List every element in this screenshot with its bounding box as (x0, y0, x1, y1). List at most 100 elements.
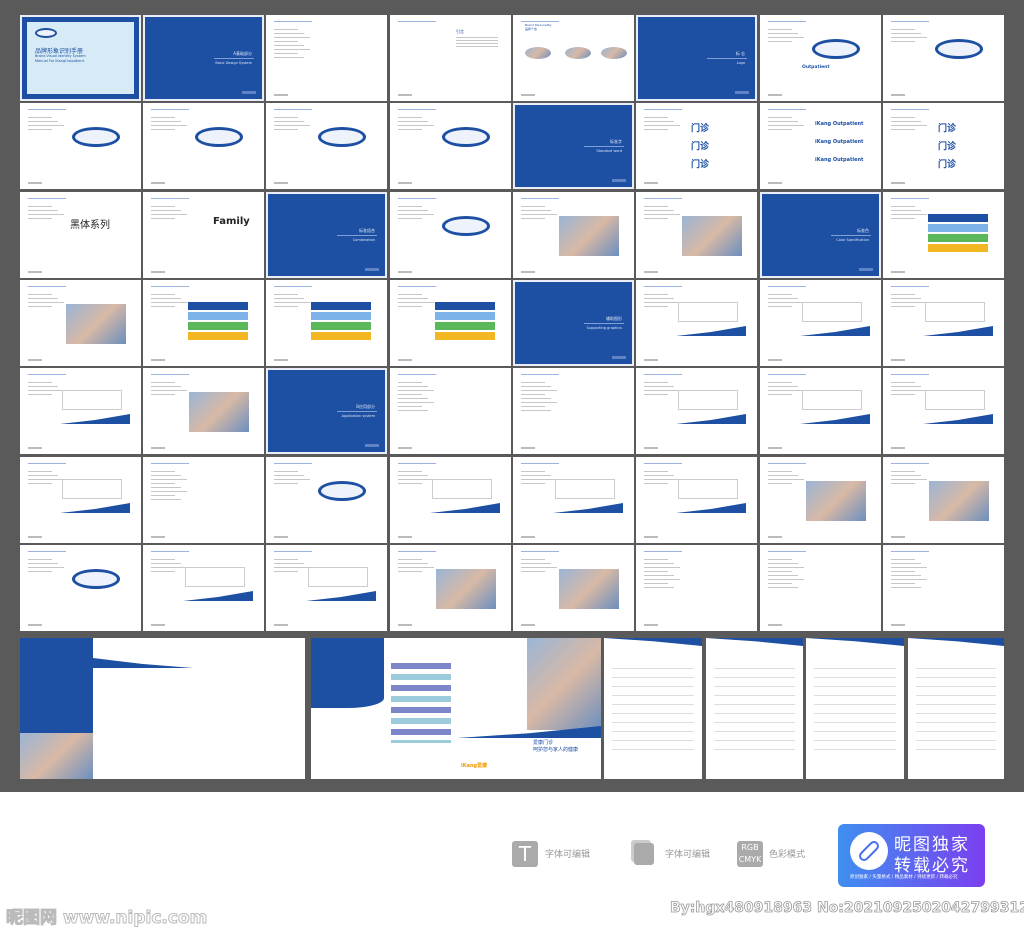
text-line (28, 386, 58, 387)
manual-page-logo (883, 15, 1004, 101)
text-line (521, 563, 551, 564)
header-rule (521, 463, 559, 464)
manual-page-logo: Outpatient (760, 15, 881, 101)
text-line (151, 214, 187, 215)
footer (768, 624, 782, 626)
text-line (768, 306, 792, 307)
footer (398, 94, 412, 96)
header-rule (274, 551, 312, 552)
text-line (398, 398, 428, 399)
exclusive-badge: 昵图独家 转载必究 原创独家 / 矢量格式 / 精品素材 / 持续更新 / 转载… (838, 824, 985, 887)
text-line (398, 475, 428, 476)
footer (398, 536, 412, 538)
header-rule (644, 109, 682, 110)
text-line (644, 471, 668, 472)
logo (72, 127, 120, 147)
manual-page-photo (760, 457, 881, 543)
color-swatch (435, 332, 495, 340)
text-line (274, 294, 298, 295)
section-subtitle: Standard word (596, 149, 622, 153)
header-rule (644, 198, 682, 199)
manual-page-color (883, 192, 1004, 278)
form-line (612, 677, 694, 678)
text-line (768, 121, 798, 122)
text-line (521, 398, 551, 399)
text-line (891, 579, 927, 580)
section-title: A基础部分 (233, 51, 252, 56)
manual-page-intro: 引言 (390, 15, 511, 101)
text-line (768, 471, 792, 472)
header-graphic (706, 638, 803, 646)
text-line (398, 302, 434, 303)
text-line (768, 298, 798, 299)
form-line (814, 731, 896, 732)
text-line (151, 559, 175, 560)
text-line (644, 394, 668, 395)
text-line (398, 298, 428, 299)
wordmark: 门诊 (691, 160, 710, 170)
text-line (768, 29, 792, 30)
section-subtitle: Color Specification (836, 238, 869, 242)
text-line (456, 46, 498, 47)
text-line (891, 390, 927, 391)
text-line (28, 294, 52, 295)
text-line (891, 121, 921, 122)
photo (189, 392, 249, 432)
supporting-graphic (800, 414, 870, 424)
footer (398, 182, 412, 184)
text-line (28, 390, 64, 391)
header-rule (521, 374, 559, 375)
header-rule (398, 374, 436, 375)
feature-label: 字体可编辑 (665, 850, 711, 860)
text-line (521, 475, 551, 476)
text-line (151, 218, 175, 219)
text-line (644, 390, 680, 391)
text-line (28, 471, 52, 472)
header-rule (398, 21, 436, 22)
text-line (644, 117, 668, 118)
text-line (768, 125, 804, 126)
footer (365, 268, 379, 271)
logo (195, 127, 243, 147)
manual-page-logo (390, 192, 511, 278)
footer (891, 94, 905, 96)
text-line (28, 475, 58, 476)
divider (337, 411, 377, 412)
header-rule (521, 21, 559, 22)
text-line (521, 218, 545, 219)
text-line (151, 129, 175, 130)
text-line (521, 394, 545, 395)
text-line (398, 306, 422, 307)
text-line (644, 483, 668, 484)
text-line (891, 571, 915, 572)
form-page (806, 638, 904, 779)
footer (891, 182, 905, 184)
text-line (891, 382, 915, 383)
form-line (612, 686, 694, 687)
text-line (521, 206, 545, 207)
footer (891, 359, 905, 361)
text-line (521, 479, 557, 480)
section-subtitle: Supporting graphics (586, 326, 622, 330)
color-mode-icon: RGB CMYK (737, 841, 763, 867)
header-rule (274, 286, 312, 287)
text-line (768, 583, 792, 584)
header-rule (398, 109, 436, 110)
text-line (151, 117, 175, 118)
section-title: 辅助图形 (606, 316, 622, 321)
supporting-graphic (60, 414, 130, 424)
logo (442, 216, 490, 236)
manual-page-cover: 品牌形象识别手册 Brand Visual Identity System Manu… (20, 15, 141, 101)
form-line (814, 686, 896, 687)
text-line (891, 33, 921, 34)
text-line (891, 117, 915, 118)
footer (28, 447, 42, 449)
text-line (151, 495, 175, 496)
outline-drawing (925, 390, 985, 410)
manual-page-text (513, 368, 634, 454)
form-line (612, 695, 694, 696)
form-line (916, 686, 996, 687)
form-line (916, 731, 996, 732)
outline-drawing (802, 302, 862, 322)
text-line (28, 394, 52, 395)
